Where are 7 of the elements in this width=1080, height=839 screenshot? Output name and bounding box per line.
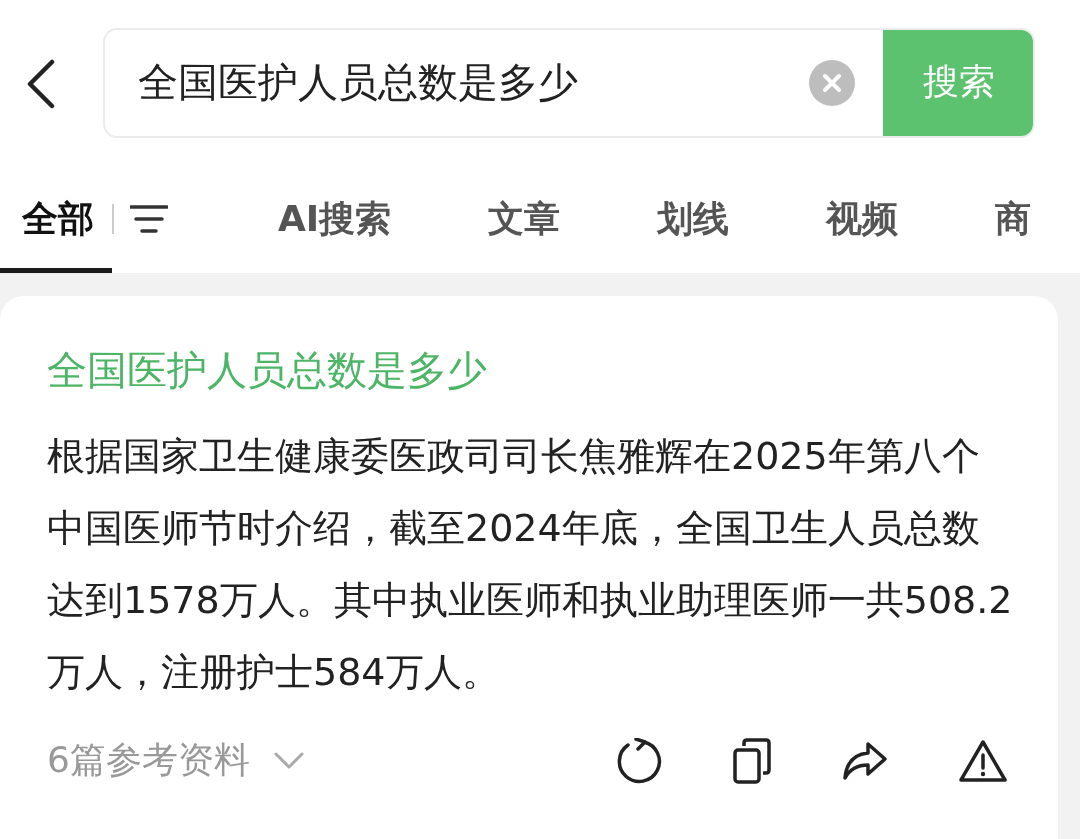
tab[interactable]: 视频	[826, 165, 899, 273]
tab[interactable]: 文章	[488, 165, 561, 273]
answer-title: 全国医护人员总数是多少	[47, 346, 488, 395]
tab[interactable]: 划线	[657, 165, 730, 273]
answer-text: 根据国家卫生健康委医政司司长焦雅辉在2025年第八个中国医师节时介绍，截至2024年底，全国卫生人员总数达到1578万人。其中执业医师和执业助理医师一共508.2万人，注册护士584万人。	[47, 433, 1014, 696]
tab[interactable]: 商	[995, 165, 1032, 273]
tab[interactable]: AI搜索	[278, 165, 392, 273]
